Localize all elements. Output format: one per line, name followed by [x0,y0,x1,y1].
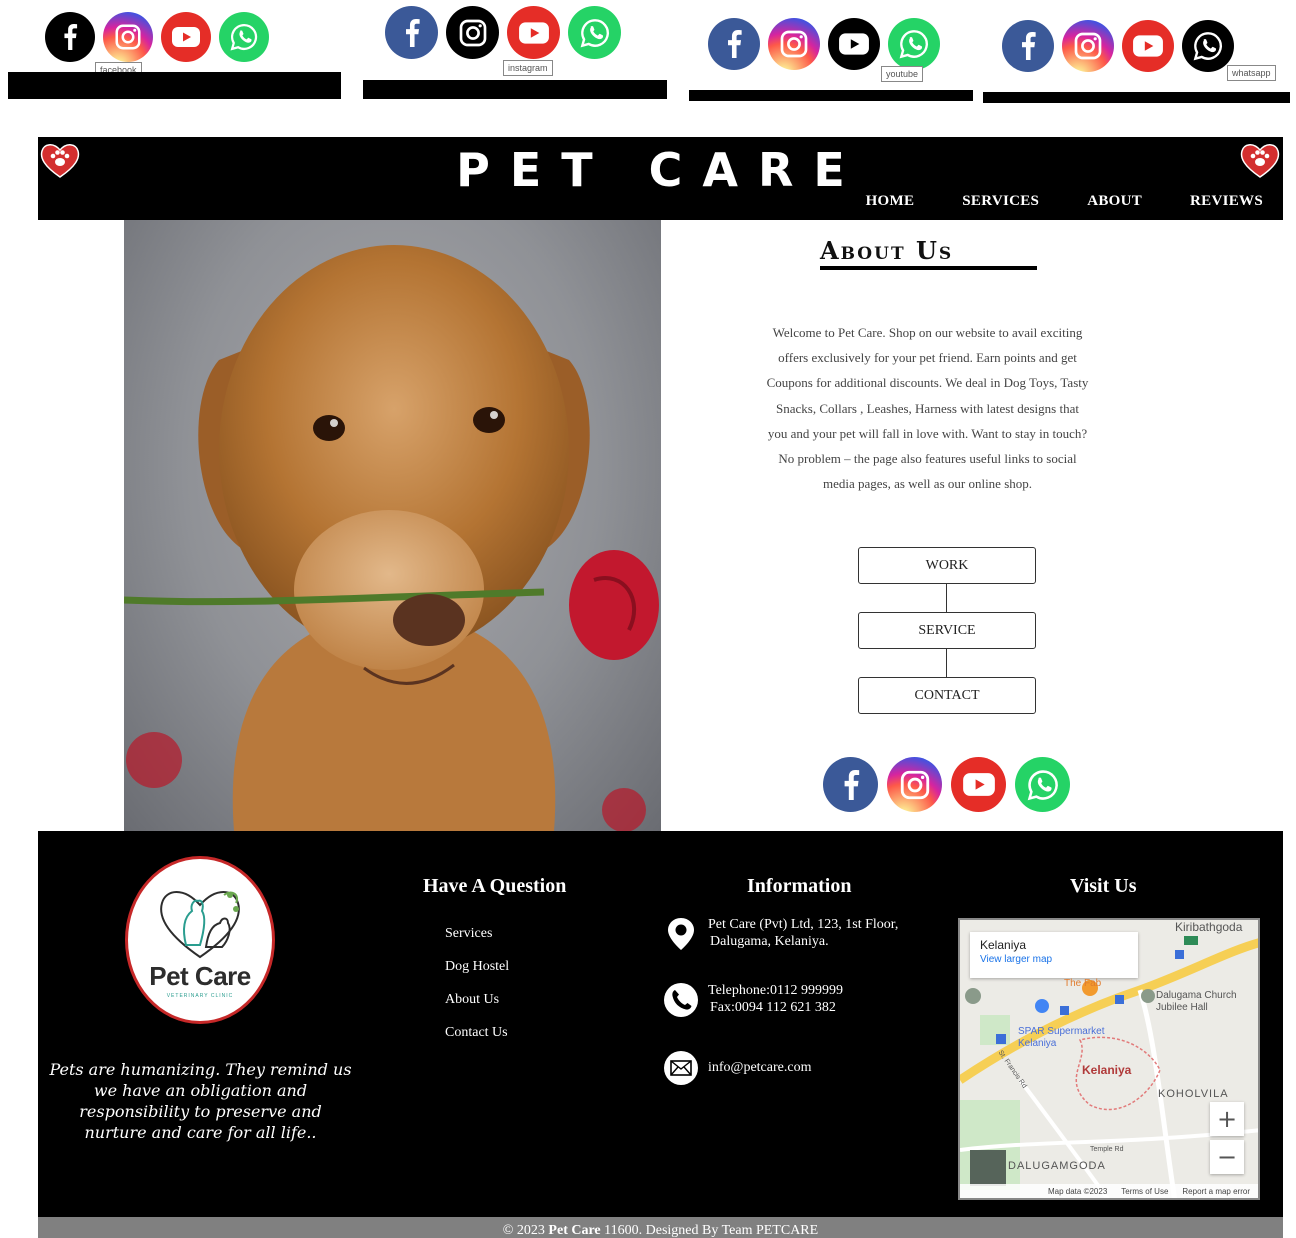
facebook-icon[interactable] [708,18,760,70]
map-label-kiribathgoda: Kiribathgoda [1175,920,1243,934]
nav-home[interactable]: HOME [866,193,915,210]
instagram-icon[interactable] [1062,20,1114,72]
nav-about[interactable]: ABOUT [1087,193,1142,210]
address-row: Pet Care (Pvt) Ltd, 123, 1st Floor, Dalu… [663,916,898,952]
instagram-icon[interactable] [887,757,942,812]
phone-icon [664,983,698,1017]
nav-services[interactable]: SERVICES [962,193,1039,210]
connector-line [946,584,947,612]
pet-care-logo[interactable]: Pet Care VETERINARY CLINIC [125,856,275,1024]
main-nav: HOME SERVICES ABOUT REVIEWS [866,193,1263,210]
work-button[interactable]: WORK [858,547,1036,584]
hover-demo-instagram: instagram [363,6,667,100]
footer-link-contact-us[interactable]: Contact Us [445,1016,509,1049]
contact-button[interactable]: CONTACT [858,677,1036,714]
map-report-link[interactable]: Report a map error [1182,1187,1250,1196]
view-larger-map-link[interactable]: View larger map [980,954,1128,965]
map-label-the-fab: The Fab [1064,978,1102,989]
copyright-brand: Pet Care [548,1223,601,1238]
map-place-name: Kelaniya [980,938,1027,952]
map-data-text: Map data ©2023 [1048,1186,1108,1196]
email[interactable]: info@petcare.com [708,1059,811,1076]
social-links [823,757,1070,812]
youtube-icon[interactable] [507,6,560,59]
address-line-1: Pet Care (Pvt) Ltd, 123, 1st Floor, [708,917,899,932]
map-info-card: Kelaniya View larger map [970,932,1138,978]
paw-heart-logo-right[interactable] [1240,142,1280,178]
copyright-suffix: 11600. Designed By Team PETCARE [600,1223,819,1238]
footer-quote: Pets are humanizing. They remind us we h… [49,1060,352,1142]
facebook-icon[interactable] [385,6,438,59]
phone-text: Telephone:0112 999999 Fax:0094 112 621 3… [708,982,843,1016]
location-pin-icon [668,918,694,950]
facebook-icon[interactable] [823,757,878,812]
visit-us-title: Visit Us [1070,875,1137,897]
instagram-icon[interactable] [103,12,153,62]
map-label-kelaniya: Kelaniya [1082,1063,1132,1077]
map-label-dalugamgoda: DALUGAMGODA [1008,1160,1106,1172]
hover-bar [983,92,1290,103]
tooltip-whatsapp: whatsapp [1227,65,1276,81]
address-text: Pet Care (Pvt) Ltd, 123, 1st Floor, Dalu… [708,916,898,950]
site-footer: Pet Care VETERINARY CLINIC Pets are huma… [38,831,1283,1217]
information-title: Information [747,875,852,897]
service-button[interactable]: SERVICE [858,612,1036,649]
map-label-koholvila: KOHOLVILA [1158,1088,1229,1100]
youtube-icon[interactable] [1122,20,1174,72]
whatsapp-icon[interactable] [1015,757,1070,812]
about-title: About Us [820,236,954,265]
hover-demo-facebook: facebook [8,12,341,100]
copyright-prefix: © 2023 [502,1223,549,1238]
google-map[interactable]: Kelaniya View larger map Kiribathgoda Th… [958,918,1260,1200]
whatsapp-icon[interactable] [219,12,269,62]
youtube-icon[interactable] [828,18,880,70]
youtube-icon[interactable] [951,757,1006,812]
hover-demo-youtube: youtube [689,16,973,102]
site-header: PET CARE HOME SERVICES ABOUT REVIEWS [38,137,1283,220]
nav-reviews[interactable]: REVIEWS [1190,193,1263,210]
instagram-icon[interactable] [768,18,820,70]
pet-care-logo-icon [160,891,240,959]
connector-line [946,649,947,677]
tooltip-instagram: instagram [503,60,553,76]
instagram-icon[interactable] [446,6,499,59]
youtube-icon[interactable] [161,12,211,62]
logo-name: Pet Care [149,961,251,991]
telephone: Telephone:0112 999999 [708,983,843,998]
whatsapp-icon[interactable] [568,6,621,59]
hover-bar [363,80,667,99]
about-title-underline [820,266,1037,270]
map-label-temple-rd: Temple Rd [1090,1146,1124,1153]
site-title: PET CARE [456,143,865,197]
question-links: Services Dog Hostel About Us Contact Us [445,917,509,1049]
map-label-church: Dalugama Church Jubilee Hall [1156,990,1237,1013]
map-zoom-out-button[interactable]: − [1210,1140,1244,1174]
footer-link-about-us[interactable]: About Us [445,983,509,1016]
hover-demo-whatsapp: whatsapp [983,20,1290,104]
facebook-icon[interactable] [45,12,95,62]
hover-bar [689,90,973,101]
hover-bar [8,72,341,99]
map-zoom-in-button[interactable]: + [1210,1102,1244,1136]
map-terms-link[interactable]: Terms of Use [1121,1187,1168,1196]
logo-subtitle: VETERINARY CLINIC [166,993,234,999]
email-row: info@petcare.com [663,1050,811,1086]
about-paragraph: Welcome to Pet Care. Shop on our website… [766,325,1089,492]
copyright-bar: © 2023 Pet Care 11600. Designed By Team … [38,1217,1283,1238]
footer-link-services[interactable]: Services [445,917,509,950]
tooltip-youtube: youtube [881,66,924,82]
map-label-spar: SPAR Supermarket Kelaniya [1018,1026,1105,1049]
have-a-question-title: Have A Question [423,875,567,897]
mail-icon [664,1051,698,1085]
dog-with-rose-photo [124,220,661,831]
footer-link-dog-hostel[interactable]: Dog Hostel [445,950,509,983]
fax: Fax:0094 112 621 382 [710,1000,836,1015]
facebook-icon[interactable] [1002,20,1054,72]
dog-illustration [124,245,659,831]
map-attribution: Map data ©2023 Terms of Use Report a map… [960,1184,1258,1198]
whatsapp-icon[interactable] [888,18,940,70]
address-line-2: Dalugama, Kelaniya. [710,934,829,949]
phone-row: Telephone:0112 999999 Fax:0094 112 621 3… [663,982,843,1018]
